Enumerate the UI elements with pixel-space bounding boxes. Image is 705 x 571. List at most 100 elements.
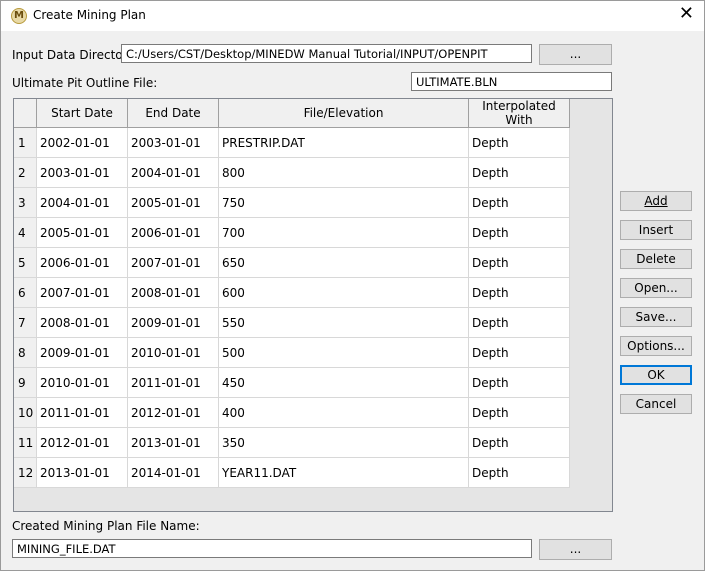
column-header-interpolated-with[interactable]: Interpolated With [468,99,570,128]
interpolated-with-cell[interactable]: Depth [468,457,570,488]
file-elevation-cell[interactable]: 350 [218,427,469,458]
app-logo-icon: M [11,8,27,24]
start-date-cell[interactable]: 2011-01-01 [36,397,128,428]
end-date-cell[interactable]: 2009-01-01 [127,307,219,338]
file-elevation-cell[interactable]: 600 [218,277,469,308]
table-row[interactable]: 2 2003-01-01 2004-01-01 800 Depth [14,157,570,188]
table-row[interactable]: 4 2005-01-01 2006-01-01 700 Depth [14,217,570,248]
interpolated-with-cell[interactable]: Depth [468,187,570,218]
start-date-cell[interactable]: 2002-01-01 [36,127,128,158]
output-file-field[interactable]: MINING_FILE.DAT [12,539,532,558]
start-date-cell[interactable]: 2003-01-01 [36,157,128,188]
end-date-cell[interactable]: 2014-01-01 [127,457,219,488]
row-number: 3 [14,187,37,218]
row-number: 1 [14,127,37,158]
insert-button-label: Insert [638,223,674,237]
end-date-cell[interactable]: 2005-01-01 [127,187,219,218]
table-row[interactable]: 1 2002-01-01 2003-01-01 PRESTRIP.DAT Depth [14,127,570,158]
row-number: 12 [14,457,37,488]
file-elevation-cell[interactable]: 750 [218,187,469,218]
file-elevation-cell[interactable]: 450 [218,367,469,398]
end-date-cell[interactable]: 2011-01-01 [127,367,219,398]
cancel-button-label: Cancel [635,397,677,411]
end-date-cell[interactable]: 2010-01-01 [127,337,219,368]
start-date-cell[interactable]: 2010-01-01 [36,367,128,398]
start-date-cell[interactable]: 2012-01-01 [36,427,128,458]
delete-button[interactable]: Delete [620,249,692,269]
row-number: 4 [14,217,37,248]
grid-corner [14,99,37,128]
table-row[interactable]: 7 2008-01-01 2009-01-01 550 Depth [14,307,570,338]
save-button[interactable]: Save... [620,307,692,327]
column-header-file-elevation[interactable]: File/Elevation [218,99,469,128]
mining-plan-grid: Start Date End Date File/Elevation Inter… [13,98,613,512]
options-button-label: Options... [627,339,685,353]
interpolated-with-cell[interactable]: Depth [468,127,570,158]
input-dir-browse-button[interactable]: ... [539,44,612,65]
file-elevation-cell[interactable]: 700 [218,217,469,248]
row-number: 11 [14,427,37,458]
output-file-browse-button[interactable]: ... [539,539,612,560]
start-date-cell[interactable]: 2013-01-01 [36,457,128,488]
table-row[interactable]: 10 2011-01-01 2012-01-01 400 Depth [14,397,570,428]
end-date-cell[interactable]: 2007-01-01 [127,247,219,278]
output-file-label: Created Mining Plan File Name: [12,519,200,533]
pit-outline-field[interactable]: ULTIMATE.BLN [411,72,612,91]
pit-outline-label: Ultimate Pit Outline File: [12,76,158,90]
input-dir-label: Input Data Directory: [12,48,138,62]
ok-button-label: OK [647,368,665,382]
end-date-cell[interactable]: 2004-01-01 [127,157,219,188]
ok-button[interactable]: OK [620,365,692,385]
interpolated-with-cell[interactable]: Depth [468,337,570,368]
file-elevation-cell[interactable]: 500 [218,337,469,368]
file-elevation-cell[interactable]: 650 [218,247,469,278]
start-date-cell[interactable]: 2005-01-01 [36,217,128,248]
interpolated-with-cell[interactable]: Depth [468,277,570,308]
table-row[interactable]: 12 2013-01-01 2014-01-01 YEAR11.DAT Depth [14,457,570,488]
interpolated-with-cell[interactable]: Depth [468,247,570,278]
save-button-label: Save... [635,310,677,324]
start-date-cell[interactable]: 2006-01-01 [36,247,128,278]
end-date-cell[interactable]: 2012-01-01 [127,397,219,428]
table-row[interactable]: 6 2007-01-01 2008-01-01 600 Depth [14,277,570,308]
table-row[interactable]: 11 2012-01-01 2013-01-01 350 Depth [14,427,570,458]
start-date-cell[interactable]: 2007-01-01 [36,277,128,308]
table-row[interactable]: 3 2004-01-01 2005-01-01 750 Depth [14,187,570,218]
end-date-cell[interactable]: 2003-01-01 [127,127,219,158]
interpolated-with-cell[interactable]: Depth [468,307,570,338]
start-date-cell[interactable]: 2009-01-01 [36,337,128,368]
add-button[interactable]: Add [620,191,692,211]
close-icon[interactable]: ✕ [679,5,694,23]
window-title: Create Mining Plan [33,8,146,22]
end-date-cell[interactable]: 2013-01-01 [127,427,219,458]
file-elevation-cell[interactable]: YEAR11.DAT [218,457,469,488]
column-header-start-date[interactable]: Start Date [36,99,128,128]
interpolated-with-cell[interactable]: Depth [468,157,570,188]
table-row[interactable]: 5 2006-01-01 2007-01-01 650 Depth [14,247,570,278]
options-button[interactable]: Options... [620,336,692,356]
open-button-label: Open... [634,281,678,295]
open-button[interactable]: Open... [620,278,692,298]
row-number: 10 [14,397,37,428]
start-date-cell[interactable]: 2004-01-01 [36,187,128,218]
add-button-label: Add [644,194,668,208]
row-number: 7 [14,307,37,338]
interpolated-with-cell[interactable]: Depth [468,397,570,428]
interpolated-with-cell[interactable]: Depth [468,217,570,248]
file-elevation-cell[interactable]: 400 [218,397,469,428]
file-elevation-cell[interactable]: 550 [218,307,469,338]
end-date-cell[interactable]: 2008-01-01 [127,277,219,308]
interpolated-with-cell[interactable]: Depth [468,367,570,398]
column-header-end-date[interactable]: End Date [127,99,219,128]
end-date-cell[interactable]: 2006-01-01 [127,217,219,248]
table-row[interactable]: 9 2010-01-01 2011-01-01 450 Depth [14,367,570,398]
cancel-button[interactable]: Cancel [620,394,692,414]
row-number: 6 [14,277,37,308]
input-dir-field[interactable]: C:/Users/CST/Desktop/MINEDW Manual Tutor… [121,44,532,63]
table-row[interactable]: 8 2009-01-01 2010-01-01 500 Depth [14,337,570,368]
interpolated-with-cell[interactable]: Depth [468,427,570,458]
insert-button[interactable]: Insert [620,220,692,240]
start-date-cell[interactable]: 2008-01-01 [36,307,128,338]
file-elevation-cell[interactable]: 800 [218,157,469,188]
file-elevation-cell[interactable]: PRESTRIP.DAT [218,127,469,158]
